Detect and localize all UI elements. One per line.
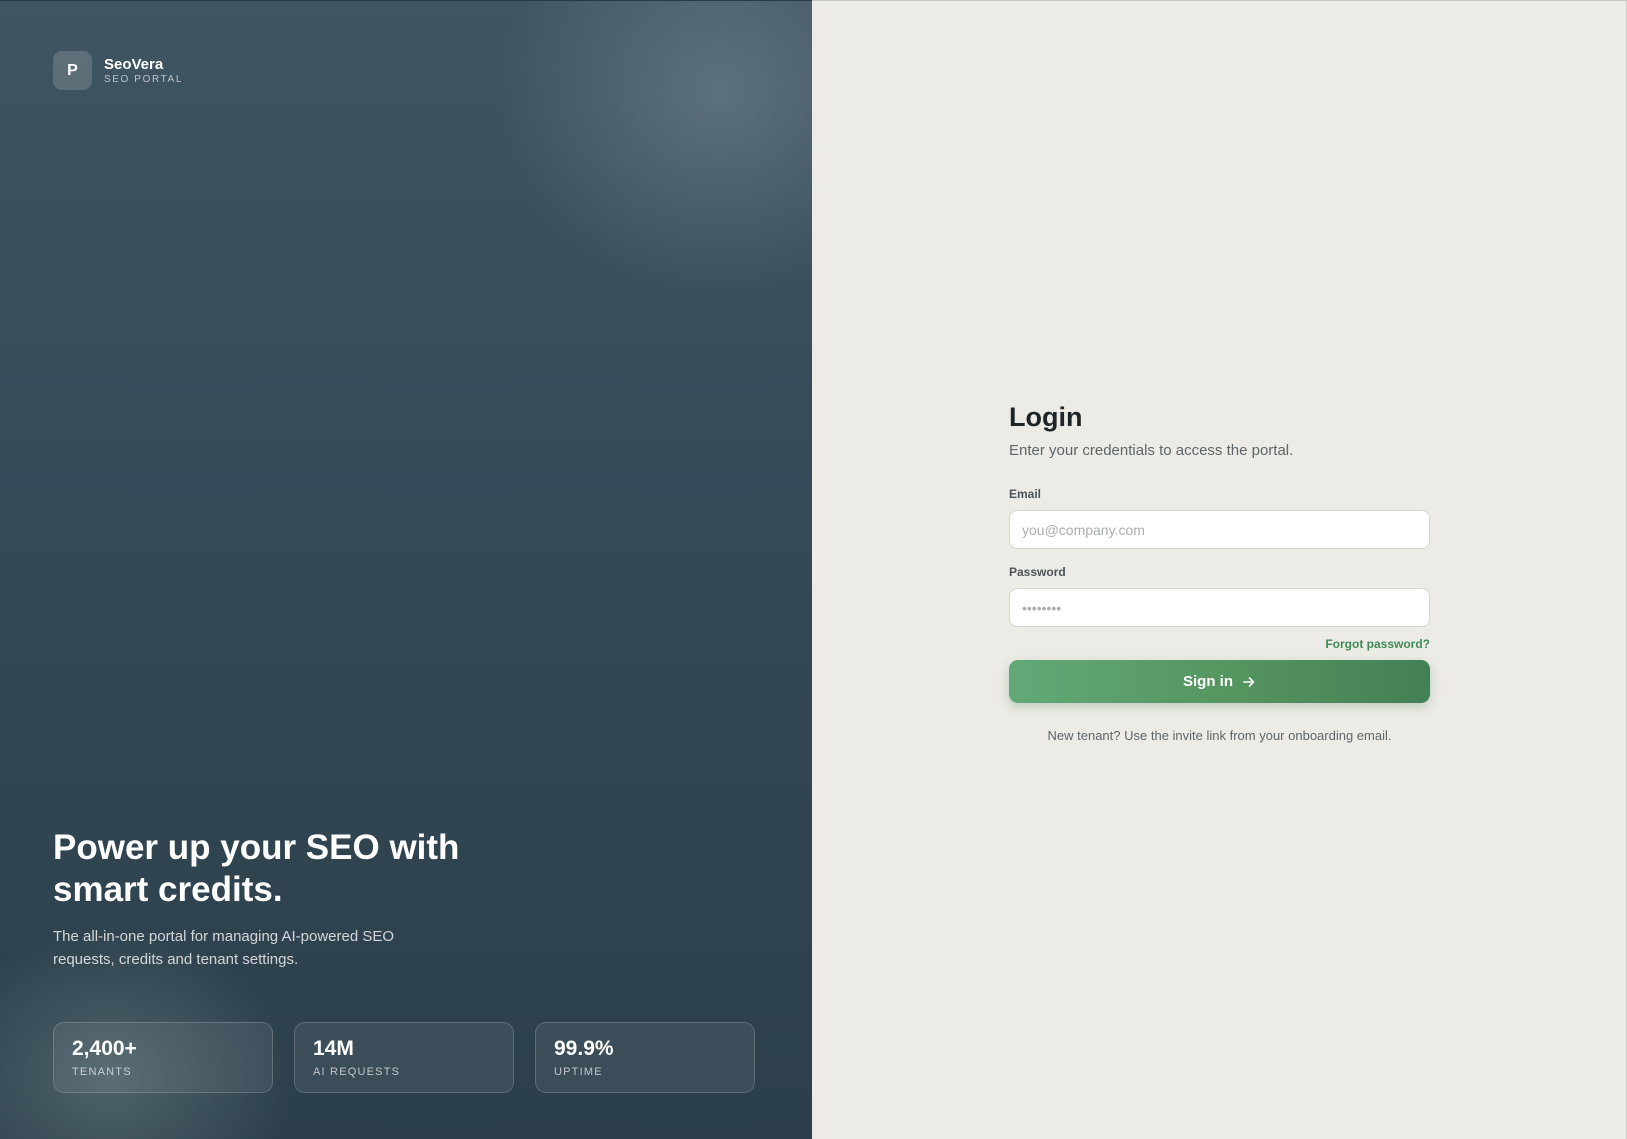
stat-card-tenants: 2,400+ TENANTS	[53, 1022, 273, 1093]
login-page: P SeoVera SEO PORTAL Power up your SEO w…	[0, 0, 1627, 1139]
login-subtitle: Enter your credentials to access the por…	[1009, 442, 1294, 459]
forgot-password-link[interactable]: Forgot password?	[1325, 637, 1430, 651]
stat-value: 2,400+	[72, 1037, 137, 1060]
stat-value: 14M	[313, 1037, 354, 1060]
login-panel: Login Enter your credentials to access t…	[812, 0, 1627, 1139]
stat-label: UPTIME	[554, 1066, 603, 1078]
stat-label: TENANTS	[72, 1066, 132, 1078]
arrow-right-icon	[1242, 675, 1256, 689]
email-label: Email	[1009, 487, 1042, 501]
hero-panel: P SeoVera SEO PORTAL Power up your SEO w…	[0, 0, 812, 1139]
login-title: Login	[1009, 402, 1083, 432]
sign-in-button[interactable]: Sign in	[1009, 660, 1430, 703]
forgot-row: Forgot password?	[1009, 635, 1430, 651]
stat-card-uptime: 99.9% UPTIME	[535, 1022, 755, 1093]
hero-subline: The all-in-one portal for managing AI-po…	[53, 928, 395, 968]
login-form: Login Enter your credentials to access t…	[1009, 399, 1430, 745]
brand-text: SeoVera SEO PORTAL	[104, 56, 183, 86]
brand-name: SeoVera	[104, 55, 164, 73]
brand-tagline: SEO PORTAL	[104, 73, 183, 85]
new-tenant-note: New tenant? Use the invite link from you…	[1047, 728, 1392, 743]
password-field[interactable]	[1009, 588, 1430, 627]
stats-row: 2,400+ TENANTS 14M AI REQUESTS 99.9% UPT…	[53, 1022, 755, 1093]
stat-card-ai-requests: 14M AI REQUESTS	[294, 1022, 514, 1093]
hero-headline: Power up your SEO with smart credits.	[53, 828, 460, 909]
email-field[interactable]	[1009, 510, 1430, 549]
brand-logo: P	[53, 51, 92, 90]
stat-value: 99.9%	[554, 1037, 614, 1060]
stat-label: AI REQUESTS	[313, 1066, 401, 1078]
password-label: Password	[1009, 565, 1066, 579]
sign-in-label: Sign in	[1183, 673, 1233, 690]
brand: P SeoVera SEO PORTAL	[53, 51, 183, 90]
